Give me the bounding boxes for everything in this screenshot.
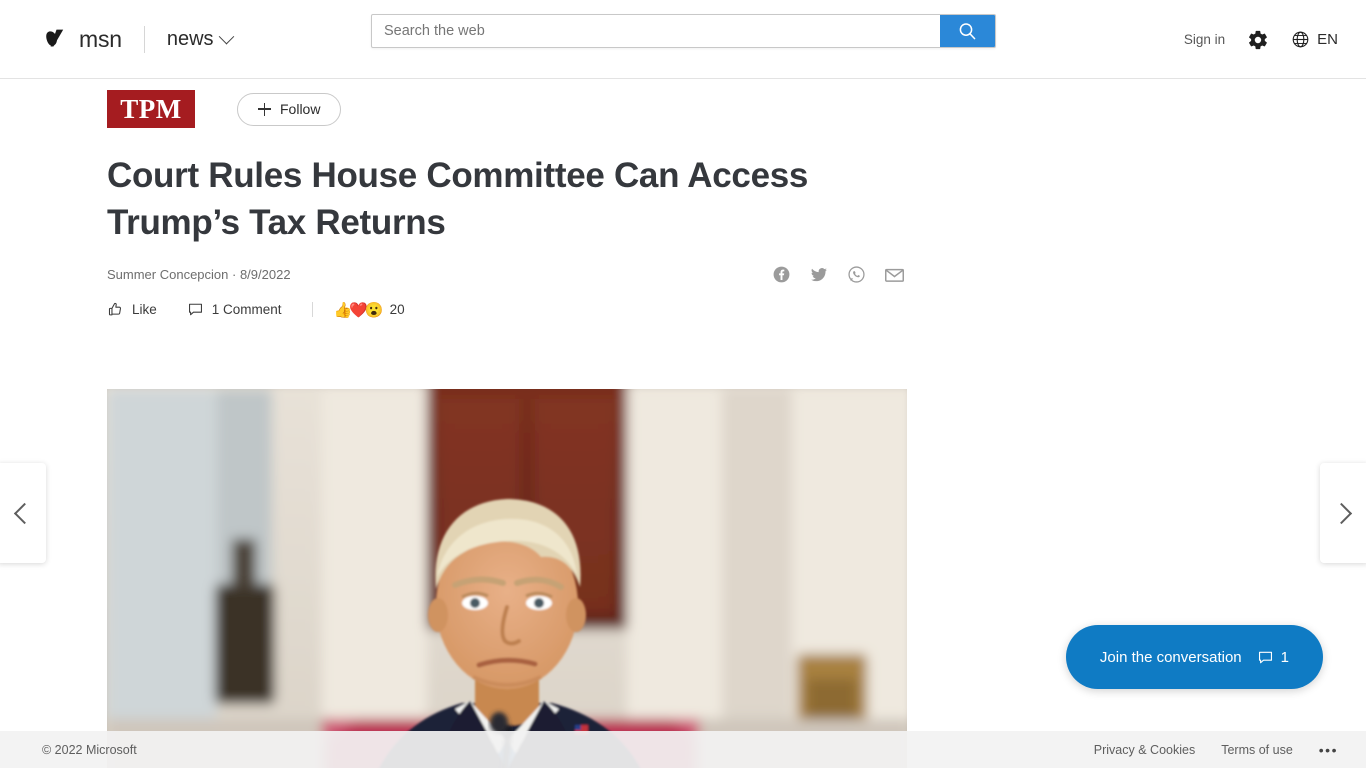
chevron-right-icon <box>1330 502 1353 524</box>
engagement-divider <box>311 302 313 317</box>
reaction-count: 20 <box>389 302 405 317</box>
plus-icon <box>258 102 271 116</box>
publisher-row: TPM Follow <box>107 79 907 128</box>
email-icon <box>885 268 904 282</box>
site-footer: © 2022 Microsoft Privacy & Cookies Terms… <box>0 731 1366 768</box>
msn-logo[interactable]: msn <box>44 26 122 53</box>
header-actions: Sign in EN <box>1184 0 1338 79</box>
globe-icon <box>1292 31 1309 48</box>
chevron-down-icon <box>218 28 234 44</box>
hero-photo <box>107 389 907 768</box>
article-hero-image <box>107 389 907 768</box>
vertical-selector-news[interactable]: news <box>166 27 234 51</box>
language-selector[interactable]: EN <box>1291 30 1338 49</box>
language-label: EN <box>1317 31 1338 48</box>
join-conversation-count: 1 <box>1280 648 1289 666</box>
twitter-icon <box>811 267 827 281</box>
share-icons <box>772 265 907 284</box>
like-label: Like <box>132 302 157 317</box>
comment-label: 1 Comment <box>211 302 282 317</box>
search-bar <box>371 14 996 48</box>
share-twitter-button[interactable] <box>809 265 829 284</box>
gear-icon <box>1249 30 1268 49</box>
engagement-bar: Like 1 Comment 👍❤️😮 20 <box>107 301 907 319</box>
msn-butterfly-icon <box>46 29 64 47</box>
thumbs-up-icon <box>108 302 122 316</box>
join-conversation-button[interactable]: Join the conversation 1 <box>1065 625 1323 689</box>
share-email-button[interactable] <box>884 265 905 284</box>
msn-wordmark: msn <box>79 25 122 52</box>
privacy-cookies-link[interactable]: Privacy & Cookies <box>1094 743 1195 757</box>
article-stage: TPM Follow Court Rules House Committee C… <box>0 79 1366 768</box>
brand-divider <box>143 25 145 53</box>
publisher-name: TPM <box>120 93 182 124</box>
comment-button[interactable]: 1 Comment <box>187 301 282 318</box>
search-submit-button[interactable] <box>940 15 995 47</box>
byline: Summer Concepcion · 8/9/2022 <box>107 266 291 282</box>
whatsapp-icon <box>848 265 865 283</box>
follow-button[interactable]: Follow <box>237 92 342 126</box>
terms-of-use-link[interactable]: Terms of use <box>1221 743 1293 757</box>
comment-bubble-icon <box>188 303 202 316</box>
search-icon <box>959 22 976 39</box>
article-container: TPM Follow Court Rules House Committee C… <box>107 79 907 319</box>
sign-in-link[interactable]: Sign in <box>1184 32 1225 47</box>
brand-area: msn news <box>44 0 234 78</box>
follow-label: Follow <box>280 101 321 117</box>
footer-links: Privacy & Cookies Terms of use ••• <box>1094 742 1338 758</box>
next-article-button[interactable] <box>1320 463 1366 563</box>
join-conversation-label: Join the conversation <box>1099 648 1242 666</box>
site-header: msn news Sign in <box>0 0 1366 79</box>
more-options-button[interactable]: ••• <box>1319 742 1338 758</box>
publisher-logo-tpm[interactable]: TPM <box>107 90 195 128</box>
settings-button[interactable] <box>1247 29 1269 51</box>
chevron-left-icon <box>13 502 36 524</box>
search-input[interactable] <box>372 15 940 47</box>
share-whatsapp-button[interactable] <box>847 265 866 284</box>
facebook-icon <box>773 266 790 282</box>
comment-bubble-icon <box>1258 651 1272 663</box>
byline-row: Summer Concepcion · 8/9/2022 <box>107 265 907 284</box>
vertical-label: news <box>166 27 214 50</box>
join-conversation-count-group: 1 <box>1257 649 1289 666</box>
copyright-text: © 2022 Microsoft <box>42 742 137 757</box>
page-title: Court Rules House Committee Can Access T… <box>107 156 809 243</box>
like-button[interactable]: Like <box>107 301 157 318</box>
reactions-group[interactable]: 👍❤️😮 20 <box>334 301 405 319</box>
previous-article-button[interactable] <box>0 463 46 563</box>
share-facebook-button[interactable] <box>772 265 791 284</box>
reaction-emojis: 👍❤️😮 <box>333 301 384 319</box>
